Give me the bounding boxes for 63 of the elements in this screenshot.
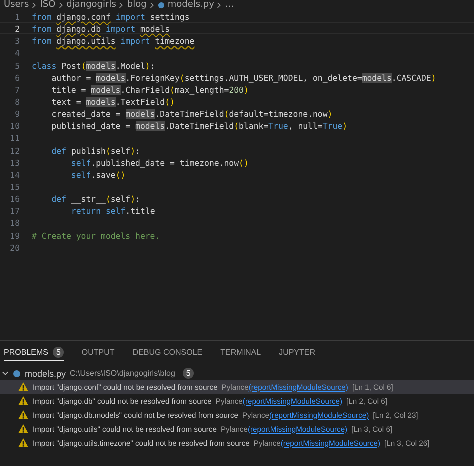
line-number: 4 [14, 47, 20, 58]
chevron-icon [119, 2, 124, 8]
file-path: C:\Users\ISO\djangogirls\blog [70, 369, 176, 378]
chevron-icon [217, 2, 222, 8]
line-number: 5 [14, 60, 20, 70]
file-name: models.py [25, 368, 66, 378]
code-line: text = models.TextField() [50, 96, 175, 106]
code-line: author = models.ForeignKey(settings.AUTH_USER_MODEL, on_delete=models.CASCADE) [50, 72, 436, 82]
line-number: 2 [14, 23, 20, 34]
code-line: def publish(self): [50, 144, 140, 155]
line-number: 9 [14, 108, 20, 118]
line-number: 20 [9, 242, 20, 252]
python-file-icon [13, 370, 21, 378]
line-number: 11 [9, 132, 20, 143]
line-number: 19 [9, 230, 20, 240]
line-number: 12 [9, 144, 20, 155]
warning-icon [18, 396, 29, 406]
chevron-icon [32, 2, 38, 8]
panel-tab[interactable]: PROBLEMS 5 [4, 347, 64, 361]
count-badge: 5 [53, 347, 64, 358]
line-number: 17 [9, 205, 20, 216]
line-number: 3 [14, 35, 20, 46]
breadcrumb-item[interactable]: blog [127, 0, 147, 10]
warning-icon [18, 438, 29, 448]
chevron-icon [58, 2, 64, 8]
warning-icon [18, 410, 29, 420]
breadcrumb-item[interactable]: Users [4, 0, 30, 10]
panel-tab[interactable]: DEBUG CONSOLE [132, 347, 203, 361]
line-number: 8 [14, 96, 20, 106]
code-line: from django.conf import settings [32, 11, 190, 22]
code-line: class Post(models.Model): [32, 60, 156, 70]
python-file-icon [158, 2, 165, 8]
line-number: 13 [9, 156, 20, 167]
code-line: return self.title [70, 205, 156, 216]
line-number: 18 [9, 217, 20, 228]
code-line: def __str__(self): [50, 193, 140, 204]
code-line: self.save() [70, 168, 126, 179]
code-line: # Create your models here. [32, 230, 160, 240]
count-badge: 5 [183, 368, 194, 379]
line-number: 6 [14, 72, 20, 82]
code-line: from django.utils import timezone [32, 35, 195, 46]
warning-icon [18, 382, 29, 392]
breadcrumb-item[interactable]: models.py [168, 0, 214, 10]
code-line: created_date = models.DateTimeField(default=timezone.now) [50, 108, 333, 118]
file-tree-row[interactable]: models.py C:\Users\ISO\djangogirls\blog 5 [0, 367, 474, 380]
line-number: 15 [9, 180, 20, 192]
breadcrumb-item[interactable]: djangogirls [66, 0, 116, 10]
line-number: 7 [14, 84, 20, 94]
panel-tab[interactable]: JUPYTER [279, 347, 316, 361]
breadcrumb-item[interactable]: ISO [40, 0, 56, 10]
panel-tab[interactable]: TERMINAL [220, 347, 262, 361]
line-number: 10 [9, 120, 20, 130]
breadcrumb-item[interactable]: ... [225, 0, 234, 10]
line-number: 1 [14, 11, 20, 22]
code-line: self.published_date = timezone.now() [70, 156, 249, 167]
chevron-icon [150, 2, 155, 8]
code-line: published_date = models.DateTimeField(blank=True, null=True) [50, 120, 348, 130]
line-number: 16 [9, 193, 20, 204]
warning-icon [18, 424, 29, 434]
code-line: title = models.CharField(max_length=200) [50, 84, 249, 94]
code-line: from django.db import models [32, 23, 170, 34]
panel-tab[interactable]: OUTPUT [82, 347, 115, 361]
line-number: 14 [9, 168, 20, 179]
